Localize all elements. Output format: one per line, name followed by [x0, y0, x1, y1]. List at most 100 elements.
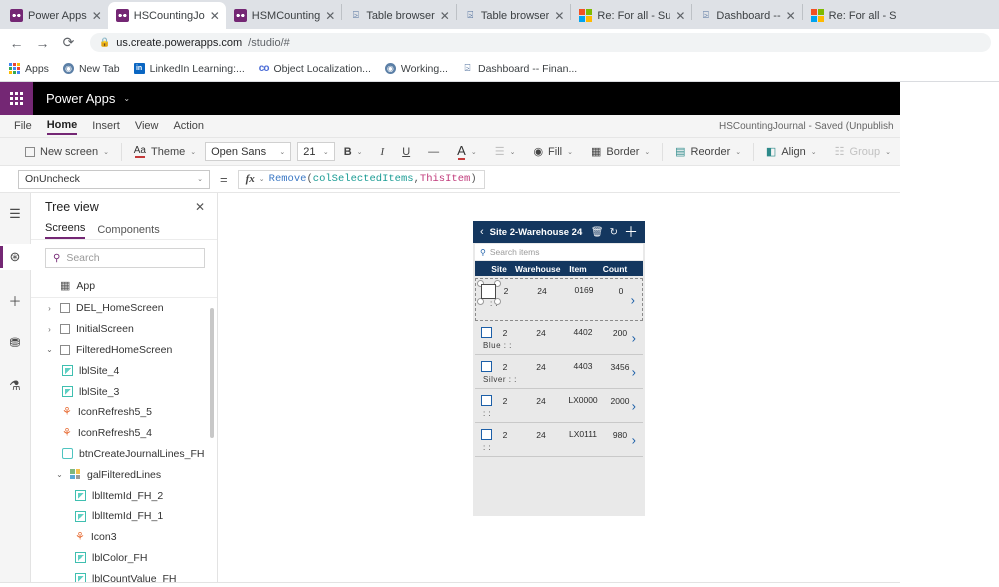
tree-item-btncreatejournallines-fh[interactable]: btnCreateJournalLines_FH [31, 444, 217, 465]
row-chevron-icon[interactable]: › [632, 398, 636, 413]
chevron-down-icon[interactable]: ⌄ [357, 148, 363, 156]
data-sources-icon[interactable]: ⛃ [0, 330, 31, 356]
tree-item-lblitemid-fh-2[interactable]: lblItemId_FH_2 [31, 485, 217, 506]
chevron-down-icon[interactable]: ⌄ [279, 148, 285, 156]
tab-screens[interactable]: Screens [45, 222, 86, 239]
tab-components[interactable]: Components [97, 224, 159, 239]
gallery-row[interactable]: 2 24 LX0111 980 : : › [475, 423, 643, 457]
close-icon[interactable]: ✕ [325, 10, 335, 22]
insert-plus-icon[interactable]: ＋ [0, 287, 31, 313]
border-button[interactable]: ▦ Border ⌄ [582, 145, 659, 159]
include-checkbox[interactable] [481, 327, 492, 338]
bookmark-new-tab[interactable]: ◉ New Tab [62, 63, 120, 75]
chevron-down-icon[interactable]: ⌄ [644, 148, 650, 156]
tree-item-galfilteredlines[interactable]: ⌄ galFilteredLines [31, 464, 217, 485]
address-bar[interactable]: 🔒 us.create.powerapps.com/studio/# [90, 33, 991, 52]
app-launcher-icon[interactable] [0, 82, 33, 115]
group-button[interactable]: ☷ Group ⌄ [826, 145, 900, 159]
font-family-select[interactable]: Open Sans ⌄ [205, 142, 292, 161]
chevron-down-icon[interactable]: ⌄ [123, 94, 130, 103]
close-icon[interactable]: ✕ [92, 10, 102, 22]
italic-button[interactable]: I [372, 146, 394, 158]
chevron-down-icon[interactable]: ⌄ [735, 148, 741, 156]
selection-handles[interactable] [476, 280, 506, 308]
menu-insert[interactable]: Insert [92, 118, 120, 134]
gallery-row[interactable]: 2 24 LX0000 2000 : : › [475, 389, 643, 423]
chevron-down-icon[interactable]: ⌄ [190, 148, 196, 156]
align-objects-button[interactable]: ◧ Align ⌄ [757, 145, 826, 159]
tree-item-initialscreen[interactable]: › InitialScreen [31, 319, 217, 340]
include-checkbox[interactable] [481, 395, 492, 406]
search-items-input[interactable]: ⚲ Search items [475, 244, 643, 260]
close-icon[interactable]: ✕ [210, 10, 220, 22]
tree-item-icon3[interactable]: ⚘ Icon3 [31, 527, 217, 548]
gallery-row[interactable]: 2 24 4403 3456 Silver : : › [475, 355, 643, 389]
tree-item-lblitemid-fh-1[interactable]: lblItemId_FH_1 [31, 506, 217, 527]
browser-tab[interactable]: Re: For all - Su ✕ [571, 2, 691, 29]
tree-item-lblsite-3[interactable]: lblSite_3 [31, 381, 217, 402]
browser-tab[interactable]: ⍄ Table browser ✕ [457, 2, 571, 29]
menu-home[interactable]: Home [46, 117, 78, 135]
plus-icon[interactable]: ＋ [624, 222, 638, 242]
chevron-left-icon[interactable]: ‹ [480, 226, 484, 238]
chevron-down-icon[interactable]: ⌄ [471, 148, 477, 156]
tree-item-lblcolor-fh[interactable]: lblColor_FH [31, 548, 217, 569]
tree-view-icon[interactable]: ⊛ [0, 244, 31, 270]
browser-tab[interactable]: HSMCounting ✕ [226, 2, 342, 29]
chevron-down-icon[interactable]: ⌄ [259, 175, 265, 183]
font-size-select[interactable]: 21 ⌄ [297, 142, 335, 161]
bookmark-linkedin-learning[interactable]: in LinkedIn Learning:... [133, 63, 245, 75]
tree-item-lblsite-4[interactable]: lblSite_4 [31, 360, 217, 381]
row-chevron-icon[interactable]: › [632, 432, 636, 447]
trash-icon[interactable]: 🗑 [591, 227, 604, 238]
refresh-icon[interactable]: ↻ [610, 227, 618, 238]
align-button[interactable]: ☰ ⌄ [486, 145, 525, 158]
row-chevron-icon[interactable]: › [632, 364, 636, 379]
close-icon[interactable]: ✕ [440, 10, 450, 22]
chevron-down-icon[interactable]: ⌄ [103, 148, 109, 156]
gallery-row-selected[interactable]: 2 24 0169 0 : : › [475, 278, 643, 321]
theme-button[interactable]: Aa Theme ⌄ [125, 145, 205, 158]
tree-item-iconrefresh5-4[interactable]: ⚘ IconRefresh5_4 [31, 423, 217, 444]
search-input[interactable]: ⚲ Search [45, 248, 205, 268]
browser-tab[interactable]: ⍄ Dashboard -- ✕ [692, 2, 801, 29]
browser-tab[interactable]: Re: For all - S [803, 2, 903, 29]
tree-scrollbar[interactable] [210, 308, 214, 438]
twisty-icon[interactable]: ⌄ [45, 345, 54, 354]
bookmark-object-localization[interactable]: co Object Localization... [259, 63, 371, 75]
include-checkbox[interactable] [481, 429, 492, 440]
chevron-down-icon[interactable]: ⌄ [510, 148, 516, 156]
twisty-icon[interactable]: › [45, 325, 54, 334]
new-screen-button[interactable]: New screen ⌄ [16, 146, 118, 158]
property-select[interactable]: OnUncheck ⌄ [18, 169, 210, 189]
include-checkbox[interactable] [481, 361, 492, 372]
chevron-down-icon[interactable]: ⌄ [885, 148, 891, 156]
gallery-row[interactable]: 2 24 4402 200 Blue : : › [475, 321, 643, 355]
browser-tab[interactable]: Power Apps ✕ [2, 2, 108, 29]
bold-button[interactable]: B ⌄ [335, 146, 372, 158]
tree-item-del-homescreen[interactable]: › DEL_HomeScreen [31, 298, 217, 319]
tree-item-filteredhomescreen[interactable]: ⌄ FilteredHomeScreen [31, 340, 217, 361]
chevron-down-icon[interactable]: ⌄ [323, 148, 329, 156]
underline-button[interactable]: U [393, 146, 419, 158]
reload-icon[interactable]: ⟳ [60, 34, 77, 51]
close-icon[interactable]: ✕ [786, 10, 796, 22]
reorder-button[interactable]: ▤ Reorder ⌄ [666, 145, 750, 159]
hamburger-menu-icon[interactable]: ☰ [0, 201, 31, 227]
font-color-button[interactable]: A ⌄ [448, 143, 486, 160]
tree-item-lblcountvalue-fh[interactable]: lblCountValue_FH [31, 568, 217, 582]
bookmark-apps[interactable]: Apps [9, 63, 49, 75]
menu-action[interactable]: Action [173, 118, 204, 134]
bookmark-working[interactable]: ◉ Working... [384, 63, 448, 75]
back-icon[interactable]: ← [8, 34, 25, 51]
chevron-down-icon[interactable]: ⌄ [197, 175, 203, 183]
browser-tab[interactable]: ⍄ Table browser ✕ [342, 2, 456, 29]
menu-file[interactable]: File [14, 118, 32, 134]
twisty-icon[interactable]: ⌄ [55, 470, 64, 479]
menu-view[interactable]: View [135, 118, 159, 134]
strikethrough-button[interactable]: — [419, 146, 448, 158]
tree-item-iconrefresh5-5[interactable]: ⚘ IconRefresh5_5 [31, 402, 217, 423]
chevron-down-icon[interactable]: ⌄ [811, 148, 817, 156]
row-chevron-icon[interactable]: › [631, 292, 635, 307]
close-icon[interactable]: ✕ [675, 10, 685, 22]
